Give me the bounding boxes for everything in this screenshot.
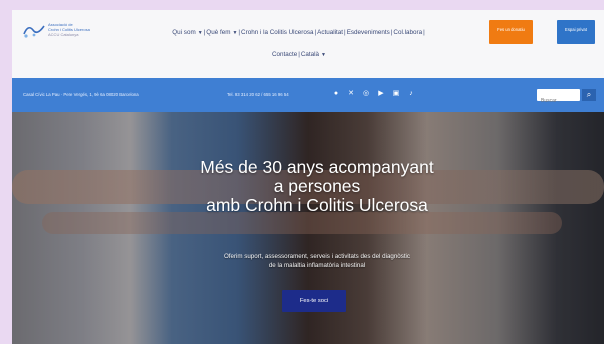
hero-headline: Més de 30 anys acompanyant a persones am… bbox=[132, 158, 502, 215]
page: Associació de Crohn i Colitis Ulcerosa A… bbox=[12, 10, 604, 344]
nav-label: Què fem bbox=[206, 29, 231, 36]
chevron-down-icon: ▼ bbox=[321, 52, 326, 58]
linkedin-icon[interactable]: ▣ bbox=[392, 89, 400, 99]
search-button[interactable]: ⌕ bbox=[582, 89, 596, 101]
nav-separator: | bbox=[314, 29, 317, 36]
nav-item-esdeveniments[interactable]: Esdeveniments bbox=[347, 29, 390, 36]
private-area-button[interactable]: Espai privat bbox=[557, 20, 595, 44]
search-input[interactable] bbox=[537, 95, 580, 107]
social-links: ● ✕ ◎ ▶ ▣ ♪ bbox=[332, 89, 415, 99]
nav-item-crohn[interactable]: Crohn i la Colitis Ulcerosa bbox=[241, 29, 313, 36]
nav-separator: | bbox=[298, 51, 300, 58]
info-bar: Casal Cívic La Pau · Pere Vergés, 1, 9è … bbox=[12, 78, 604, 112]
hero-subtitle: Oferim suport, assessorament, serveis i … bbox=[162, 252, 472, 270]
search-icon: ⌕ bbox=[586, 90, 592, 99]
search-box bbox=[537, 89, 580, 107]
site-header: Associació de Crohn i Colitis Ulcerosa A… bbox=[12, 10, 604, 78]
donate-button[interactable]: Fes un donatiu bbox=[489, 20, 533, 44]
nav-separator: | bbox=[344, 29, 346, 36]
address-text: Casal Cívic La Pau · Pere Vergés, 1, 9è … bbox=[23, 92, 139, 97]
nav-item-qui-som[interactable]: Qui som ▼ bbox=[172, 29, 202, 36]
nav-item-col-labora[interactable]: Col.labora bbox=[393, 29, 422, 36]
hero-banner: Més de 30 anys acompanyant a persones am… bbox=[12, 112, 604, 344]
become-member-button[interactable]: Fes-te soci bbox=[282, 290, 346, 312]
nav-separator: | bbox=[238, 29, 241, 36]
nav-item-actualitat[interactable]: Actualitat bbox=[317, 29, 343, 36]
nav-item-language[interactable]: Català ▼ bbox=[301, 51, 326, 58]
nav-item-contacte[interactable]: Contacte bbox=[272, 51, 297, 58]
main-nav: Qui som ▼|Què fem ▼|Crohn i la Colitis Ulc… bbox=[114, 22, 484, 66]
logo-mark-icon bbox=[23, 25, 45, 38]
chevron-down-icon: ▼ bbox=[197, 30, 203, 36]
hero-headline-line-2: a persones bbox=[273, 176, 361, 196]
nav-label: Català bbox=[300, 51, 320, 58]
hero-headline-line-3: amb Crohn i Colitis Ulcerosa bbox=[206, 195, 428, 215]
x-icon[interactable]: ✕ bbox=[347, 89, 355, 99]
facebook-icon[interactable]: ● bbox=[332, 89, 340, 99]
phone-text[interactable]: Tel. 93 314 20 62 / 655 16 96 54 bbox=[227, 92, 289, 97]
site-logo[interactable]: Associació de Crohn i Colitis Ulcerosa A… bbox=[22, 20, 112, 42]
instagram-icon[interactable]: ◎ bbox=[362, 89, 370, 99]
chevron-down-icon: ▼ bbox=[232, 30, 238, 36]
hero-headline-line-1: Més de 30 anys acompanyant bbox=[200, 157, 434, 177]
youtube-icon[interactable]: ▶ bbox=[377, 89, 385, 99]
hero-subtitle-line-2: de la malaltia inflamatòria intestinal bbox=[268, 262, 366, 269]
nav-separator: | bbox=[423, 29, 425, 36]
hero-subtitle-line-1: Oferim suport, assessorament, serveis i … bbox=[223, 253, 411, 260]
nav-label: Qui som bbox=[172, 29, 196, 36]
logo-text-line-3: ACCU Catalunya bbox=[48, 32, 79, 37]
tiktok-icon[interactable]: ♪ bbox=[407, 89, 415, 99]
nav-item-que-fem[interactable]: Què fem ▼ bbox=[206, 29, 237, 36]
